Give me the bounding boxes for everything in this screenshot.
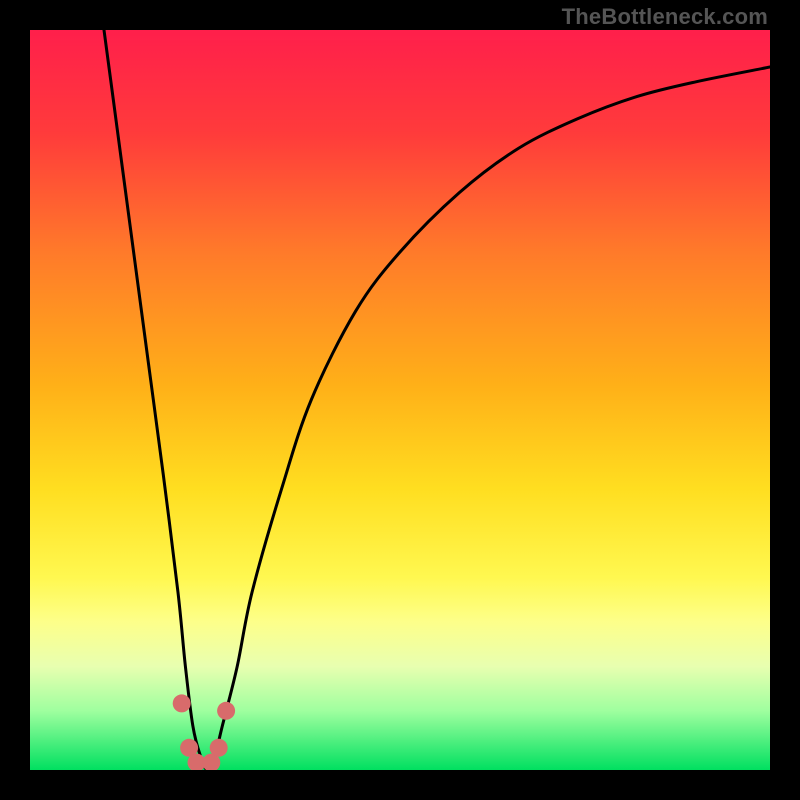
curve-layer — [30, 30, 770, 770]
plot-area — [30, 30, 770, 770]
marker-dot — [217, 702, 235, 720]
marker-dot — [210, 739, 228, 757]
marker-dot — [173, 694, 191, 712]
highlight-markers — [173, 694, 235, 770]
outer-frame: TheBottleneck.com — [0, 0, 800, 800]
bottleneck-curve — [104, 30, 770, 770]
watermark-text: TheBottleneck.com — [562, 4, 768, 30]
